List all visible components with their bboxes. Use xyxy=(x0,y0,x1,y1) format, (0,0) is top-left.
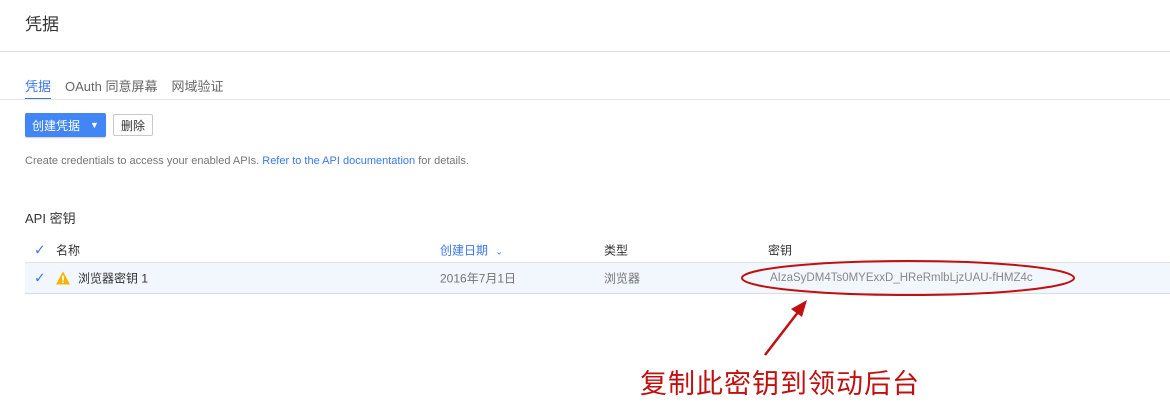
key-name[interactable]: 浏览器密钥 1 xyxy=(78,270,148,287)
tab-credentials[interactable]: 凭据 xyxy=(25,76,52,100)
table-row[interactable]: ✓ 浏览器密钥 1 2016年7月1日 浏览器 AIzaSyDM4Ts0MYEx… xyxy=(25,263,1170,294)
api-documentation-link[interactable]: Refer to the API documentation xyxy=(262,155,415,167)
chevron-down-icon: ⌄ xyxy=(495,246,503,256)
table-header: ✓ 名称 创建日期 ⌄ 类型 密钥 xyxy=(25,237,1170,263)
row-checkbox[interactable]: ✓ xyxy=(34,271,47,285)
warning-icon xyxy=(56,271,70,285)
tab-bar: 凭据 OAuth 同意屏幕 网域验证 xyxy=(25,76,238,100)
column-created-date[interactable]: 创建日期 ⌄ xyxy=(440,241,503,258)
key-type: 浏览器 xyxy=(604,271,641,286)
create-credentials-button[interactable]: 创建凭据 ▼ xyxy=(25,113,106,137)
description-prefix: Create credentials to access your enable… xyxy=(25,155,260,167)
select-all-checkbox[interactable]: ✓ xyxy=(34,242,47,256)
create-credentials-label: 创建凭据 xyxy=(32,118,81,133)
column-created-label: 创建日期 xyxy=(440,243,489,257)
column-name: 名称 xyxy=(56,243,81,257)
column-type: 类型 xyxy=(604,243,629,257)
column-key: 密钥 xyxy=(768,243,793,257)
annotation-text: 复制此密钥到领动后台 xyxy=(640,369,920,400)
tab-domain-verification[interactable]: 网域验证 xyxy=(171,76,223,100)
top-header: 凭据 xyxy=(0,0,1170,52)
arrow-icon xyxy=(764,300,807,356)
description-suffix: for details. xyxy=(418,155,469,167)
tab-oauth-consent[interactable]: OAuth 同意屏幕 xyxy=(65,76,157,100)
delete-button[interactable]: 删除 xyxy=(113,114,153,136)
caret-down-icon: ▼ xyxy=(90,120,99,130)
tabs-divider xyxy=(0,99,1170,100)
api-key-value[interactable]: AIzaSyDM4Ts0MYExxD_HReRmlbLjzUAU-fHMZ4c xyxy=(770,272,1033,284)
page-title: 凭据 xyxy=(25,15,59,34)
key-created-date: 2016年7月1日 xyxy=(440,271,517,286)
section-title: API 密钥 xyxy=(25,211,76,226)
description-text: Create credentials to access your enable… xyxy=(25,155,469,167)
